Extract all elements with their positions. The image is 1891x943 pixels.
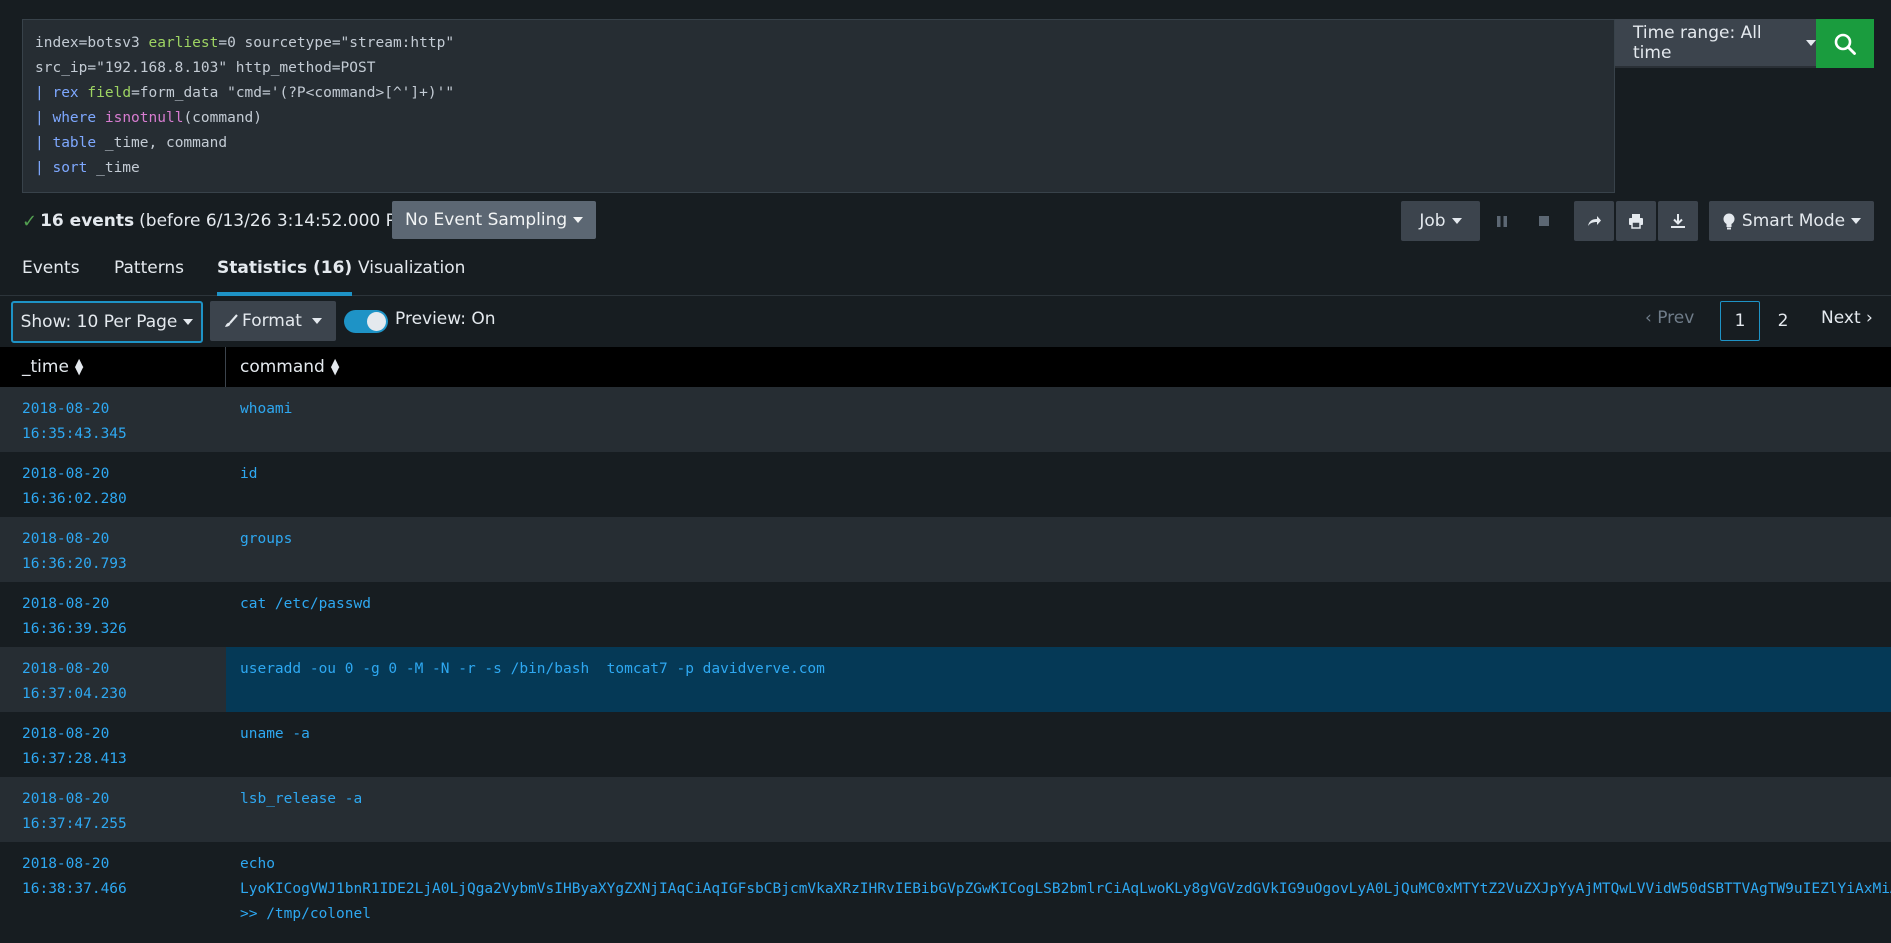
cell-command[interactable]: useradd -ou 0 -g 0 -M -N -r -s /bin/bash… bbox=[226, 647, 1891, 712]
preview-label: Preview: On bbox=[395, 309, 496, 329]
table-row: 2018-08-20 16:35:43.345 whoami bbox=[0, 387, 1891, 452]
pause-icon bbox=[1497, 215, 1507, 227]
lightbulb-icon bbox=[1723, 213, 1735, 229]
search-query-editor[interactable]: index=botsv3 earliest=0 sourcetype="stre… bbox=[22, 19, 1615, 193]
job-status: ✓ 16 events (before 6/13/26 3:14:52.000 … bbox=[22, 201, 417, 241]
event-sampling-label: No Event Sampling bbox=[405, 210, 568, 230]
page-button-2[interactable]: 2 bbox=[1770, 301, 1796, 341]
format-label: Format bbox=[242, 311, 302, 331]
cell-time[interactable]: 2018-08-20 16:37:47.255 bbox=[0, 777, 226, 842]
next-label: Next bbox=[1821, 308, 1861, 328]
cell-time[interactable]: 2018-08-20 16:36:39.326 bbox=[0, 582, 226, 647]
share-icon bbox=[1588, 216, 1601, 226]
export-button[interactable] bbox=[1658, 201, 1698, 241]
cell-command[interactable]: cat /etc/passwd bbox=[226, 582, 1891, 647]
search-button[interactable] bbox=[1816, 19, 1874, 68]
stop-button[interactable] bbox=[1534, 211, 1554, 231]
brush-icon bbox=[225, 314, 238, 327]
checkmark-icon: ✓ bbox=[22, 210, 38, 232]
cell-command[interactable]: echo LyoKICogVWJ1bnR1IDE2LjA0LjQga2VybmV… bbox=[226, 842, 1891, 933]
table-row: 2018-08-20 16:36:02.280 id bbox=[0, 452, 1891, 517]
share-button[interactable] bbox=[1574, 201, 1614, 241]
table-header: _time ▲ ▼ command ▲ ▼ bbox=[0, 347, 1891, 387]
column-header-label: _time bbox=[22, 357, 69, 377]
per-page-dropdown[interactable]: Show: 10 Per Page bbox=[11, 301, 203, 343]
event-sampling-dropdown[interactable]: No Event Sampling bbox=[392, 201, 597, 239]
chevron-down-icon bbox=[1806, 39, 1816, 46]
table-row: 2018-08-20 16:36:20.793 groups bbox=[0, 517, 1891, 582]
format-dropdown[interactable]: Format bbox=[210, 301, 336, 341]
pause-button[interactable] bbox=[1492, 211, 1512, 231]
cell-command[interactable]: uname -a bbox=[226, 712, 1891, 777]
search-icon bbox=[1834, 33, 1856, 55]
event-time-bound: (before 6/13/26 3:14:52.000 PM) bbox=[139, 211, 418, 231]
column-header-label: command bbox=[240, 357, 325, 377]
download-icon bbox=[1671, 214, 1685, 228]
cell-time[interactable]: 2018-08-20 16:38:37.466 bbox=[0, 842, 226, 933]
sort-icon[interactable]: ▲ ▼ bbox=[331, 357, 339, 376]
job-label: Job bbox=[1419, 211, 1446, 231]
cell-time[interactable]: 2018-08-20 16:35:43.345 bbox=[0, 387, 226, 452]
search-query-text[interactable]: index=botsv3 earliest=0 sourcetype="stre… bbox=[23, 20, 1614, 192]
print-button[interactable] bbox=[1616, 201, 1656, 241]
table-row: 2018-08-20 16:37:47.255 lsb_release -a bbox=[0, 777, 1891, 842]
page-button-1[interactable]: 1 bbox=[1720, 301, 1760, 341]
print-icon bbox=[1629, 214, 1643, 229]
chevron-down-icon bbox=[1851, 218, 1862, 224]
cell-command[interactable]: id bbox=[226, 452, 1891, 517]
table-row: 2018-08-20 16:38:37.466 echo LyoKICogVWJ1… bbox=[0, 842, 1891, 933]
table-row: 2018-08-20 16:37:28.413 uname -a bbox=[0, 712, 1891, 777]
search-mode-dropdown[interactable]: Smart Mode bbox=[1709, 201, 1874, 241]
toggle-knob bbox=[367, 312, 386, 331]
tab-events[interactable]: Events bbox=[22, 258, 80, 296]
time-range-picker[interactable]: Time range: All time bbox=[1615, 19, 1816, 68]
table-row: 2018-08-20 16:36:39.326 cat /etc/passwd bbox=[0, 582, 1891, 647]
prev-page-button[interactable]: ‹ Prev bbox=[1645, 308, 1694, 328]
next-page-button[interactable]: Next › bbox=[1821, 308, 1873, 328]
chevron-left-icon: ‹ bbox=[1645, 308, 1652, 328]
table-body: 2018-08-20 16:35:43.345 whoami 2018-08-20 … bbox=[0, 387, 1891, 933]
search-mode-label: Smart Mode bbox=[1741, 211, 1846, 231]
cell-time[interactable]: 2018-08-20 16:36:20.793 bbox=[0, 517, 226, 582]
tab-statistics[interactable]: Statistics (16) bbox=[217, 258, 353, 296]
job-menu-button[interactable]: Job bbox=[1401, 201, 1480, 241]
results-tabs: Events Patterns Statistics (16) Visualiz… bbox=[0, 250, 1891, 296]
time-range-label: Time range: All time bbox=[1633, 22, 1762, 63]
sort-icon[interactable]: ▲ ▼ bbox=[75, 357, 83, 376]
prev-label: Prev bbox=[1657, 308, 1695, 328]
column-header-time[interactable]: _time ▲ ▼ bbox=[0, 347, 226, 387]
chevron-right-icon: › bbox=[1866, 308, 1873, 328]
chevron-down-icon bbox=[183, 319, 194, 325]
column-header-command[interactable]: command ▲ ▼ bbox=[226, 347, 339, 387]
chevron-down-icon bbox=[311, 318, 322, 324]
cell-time[interactable]: 2018-08-20 16:36:02.280 bbox=[0, 452, 226, 517]
statistics-table: _time ▲ ▼ command ▲ ▼ 2018-08-20 16:35:43.… bbox=[0, 347, 1891, 933]
cell-time[interactable]: 2018-08-20 16:37:28.413 bbox=[0, 712, 226, 777]
tab-visualization[interactable]: Visualization bbox=[358, 258, 465, 296]
stop-icon bbox=[1539, 216, 1549, 226]
cell-command[interactable]: whoami bbox=[226, 387, 1891, 452]
cell-command[interactable]: groups bbox=[226, 517, 1891, 582]
tab-patterns[interactable]: Patterns bbox=[114, 258, 184, 296]
preview-toggle[interactable] bbox=[344, 310, 388, 333]
event-count: 16 events bbox=[40, 211, 135, 231]
per-page-label: Show: 10 Per Page bbox=[20, 312, 178, 332]
chevron-down-icon bbox=[1451, 218, 1462, 224]
chevron-down-icon bbox=[573, 217, 584, 223]
cell-command[interactable]: lsb_release -a bbox=[226, 777, 1891, 842]
cell-time[interactable]: 2018-08-20 16:37:04.230 bbox=[0, 647, 226, 712]
table-row: 2018-08-20 16:37:04.230 useradd -ou 0 -g … bbox=[0, 647, 1891, 712]
